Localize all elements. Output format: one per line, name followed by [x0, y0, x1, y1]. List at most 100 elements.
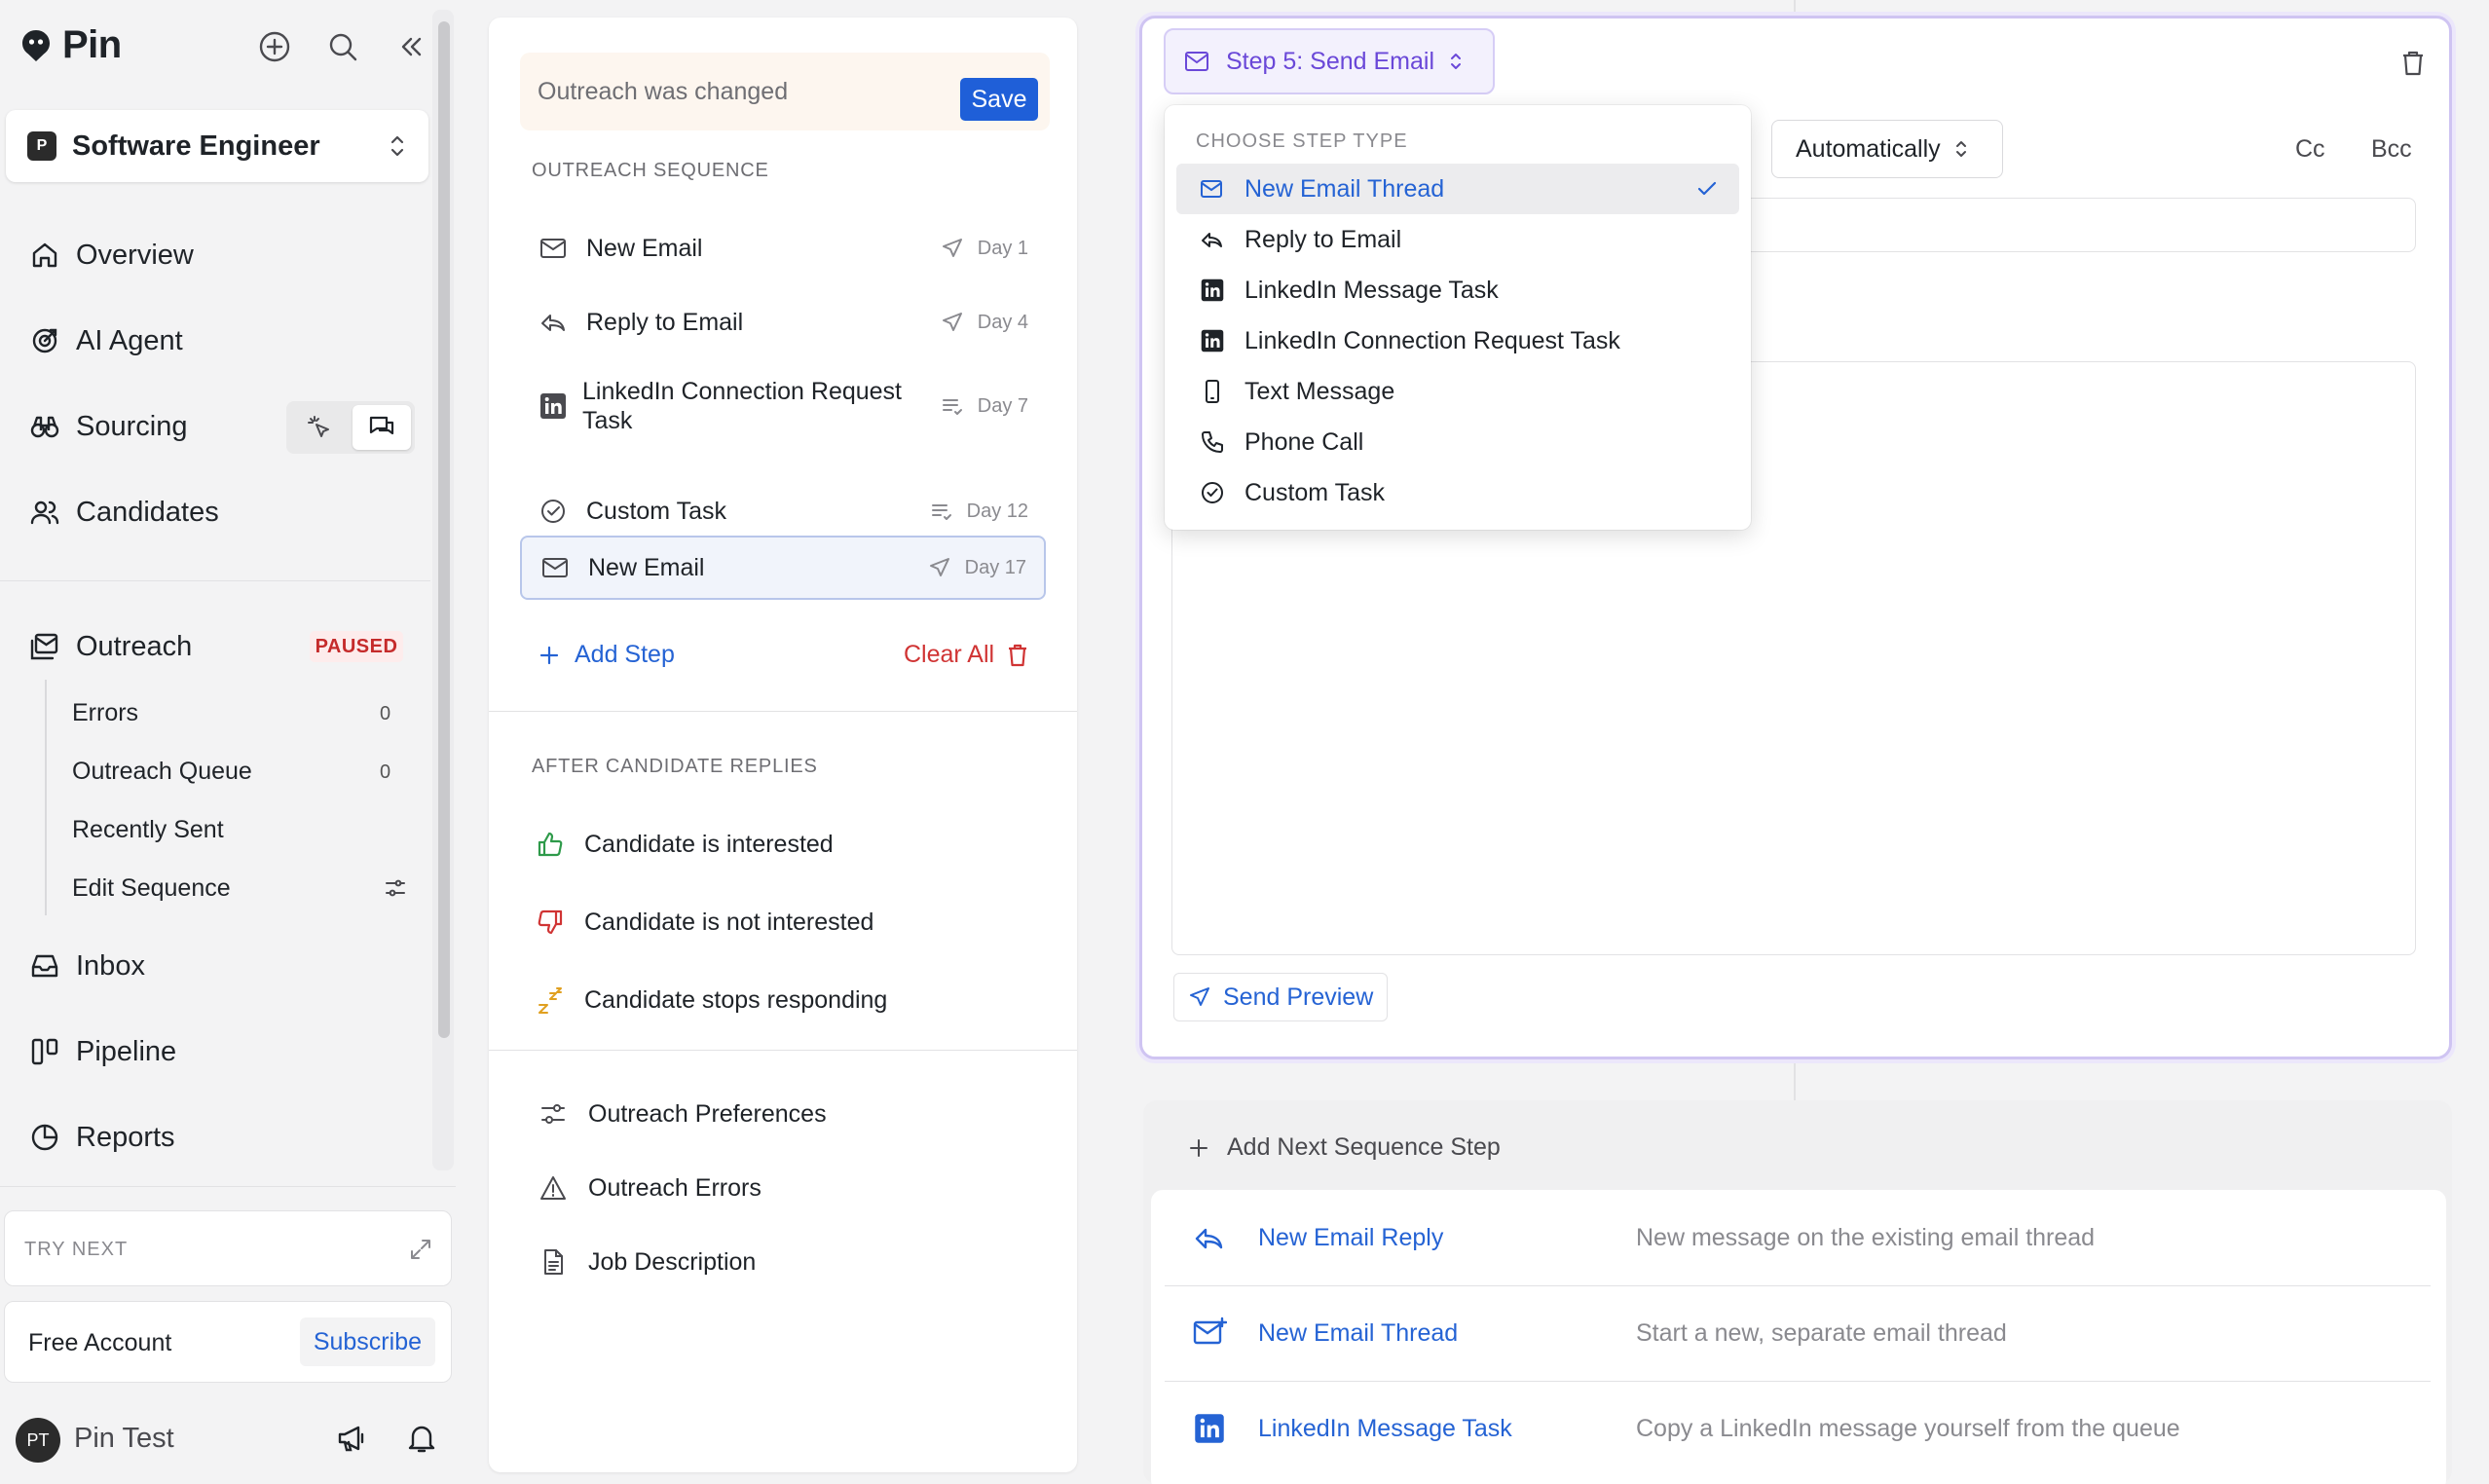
sub-nav-rail [45, 680, 47, 915]
cc-toggle[interactable]: Cc [2295, 135, 2325, 164]
sub-nav-errors[interactable]: Errors [72, 699, 138, 727]
nav-pipeline[interactable]: Pipeline [27, 1034, 176, 1069]
sequence-step[interactable]: LinkedIn Connection Request Task Day 7 [520, 372, 1046, 440]
subscribe-button[interactable]: Subscribe [299, 1317, 435, 1366]
send-mode-value: Automatically [1796, 134, 1941, 163]
clear-all-button[interactable]: Clear All [904, 641, 1029, 669]
kanban-icon [27, 1034, 62, 1069]
outreach-preferences-link[interactable]: Outreach Preferences [538, 1098, 827, 1130]
sidebar-scroll-thumb[interactable] [438, 21, 450, 1038]
add-step-button[interactable]: Add Step [538, 641, 675, 669]
sequence-panel: Outreach was changed Save OUTREACH SEQUE… [489, 18, 1077, 1472]
step-type-selector[interactable]: Step 5: Send Email [1164, 28, 1495, 94]
step-label: New Email [586, 235, 703, 262]
try-next-card[interactable]: TRY NEXT [4, 1210, 452, 1286]
avatar[interactable]: PT [16, 1418, 60, 1463]
user-name[interactable]: Pin Test [74, 1423, 174, 1455]
plus-icon [539, 646, 559, 664]
reply-rule-interested[interactable]: Candidate is interested [534, 828, 834, 861]
nav-reports[interactable]: Reports [27, 1120, 175, 1155]
thumbs-up-icon [534, 828, 567, 861]
thumbs-down-icon [534, 906, 567, 939]
save-button[interactable]: Save [960, 78, 1038, 121]
divider [0, 1186, 456, 1187]
menu-item-custom-task[interactable]: Custom Task [1176, 467, 1739, 518]
menu-item-label: New Email Thread [1244, 174, 1445, 203]
megaphone-icon[interactable] [335, 1422, 368, 1455]
users-icon [27, 495, 62, 530]
nav-overview[interactable]: Overview [27, 238, 194, 273]
delete-step-icon[interactable] [2400, 50, 2426, 77]
sub-nav-recently-sent[interactable]: Recently Sent [72, 816, 224, 844]
nav-candidates[interactable]: Candidates [27, 495, 219, 530]
app-logo[interactable]: Pin [18, 23, 122, 67]
next-step-options: New Email Reply New message on the exist… [1151, 1190, 2446, 1484]
errors-count: 0 [380, 703, 391, 724]
collapse-sidebar-icon[interactable] [391, 27, 430, 66]
nav-outreach[interactable]: Outreach [27, 629, 192, 664]
cursor-click-icon[interactable] [290, 405, 349, 450]
trash-icon [1009, 644, 1027, 666]
reply-icon [1190, 1218, 1229, 1257]
option-new-email-thread[interactable]: New Email Thread Start a new, separate e… [1165, 1285, 2431, 1381]
reply-rule-label: Candidate is not interested [584, 908, 874, 936]
sub-nav-edit-sequence[interactable]: Edit Sequence [72, 874, 231, 903]
menu-item-linkedin-message-task[interactable]: LinkedIn Message Task [1176, 265, 1739, 315]
search-icon[interactable] [323, 27, 362, 66]
status-badge: PAUSED [310, 631, 403, 662]
job-description-link[interactable]: Job Description [538, 1246, 756, 1278]
menu-item-label: LinkedIn Message Task [1244, 276, 1499, 304]
add-next-step-button[interactable]: Add Next Sequence Step [1188, 1133, 1501, 1162]
step-type-menu: CHOOSE STEP TYPE New Email Thread Reply … [1165, 105, 1751, 530]
nav-sourcing[interactable]: Sourcing [27, 409, 187, 444]
section-title: OUTREACH SEQUENCE [532, 160, 769, 181]
nav-ai-agent[interactable]: AI Agent [27, 323, 183, 358]
reply-rule-not-interested[interactable]: Candidate is not interested [534, 906, 873, 939]
outreach-errors-link[interactable]: Outreach Errors [538, 1172, 762, 1204]
reply-rule-stops-responding[interactable]: Candidate stops responding [534, 983, 887, 1017]
menu-item-label: Reply to Email [1244, 225, 1402, 253]
menu-item-text-message[interactable]: Text Message [1176, 366, 1739, 417]
step-day: Day 17 [964, 556, 1026, 578]
send-icon [926, 554, 953, 581]
send-preview-button[interactable]: Send Preview [1173, 973, 1389, 1021]
sequence-step[interactable]: New Email Day 1 [520, 216, 1046, 280]
divider [0, 580, 430, 581]
step-label: Custom Task [586, 498, 727, 525]
step-label: New Email [588, 554, 705, 581]
menu-item-new-email-thread[interactable]: New Email Thread [1176, 164, 1739, 214]
option-linkedin-message-task[interactable]: LinkedIn Message Task Copy a LinkedIn me… [1165, 1381, 2431, 1476]
chat-bubbles-icon[interactable] [353, 405, 411, 450]
add-icon[interactable] [255, 27, 294, 66]
nav-inbox[interactable]: Inbox [27, 948, 145, 983]
sequence-step-selected[interactable]: New Email Day 17 [520, 536, 1046, 600]
menu-item-linkedin-connection-request-task[interactable]: LinkedIn Connection Request Task [1176, 315, 1739, 366]
expand-icon[interactable] [408, 1237, 433, 1262]
nav-label: Sourcing [76, 410, 188, 442]
sub-nav-outreach-queue[interactable]: Outreach Queue [72, 758, 252, 786]
job-selector[interactable]: P Software Engineer [6, 110, 428, 182]
sequence-step[interactable]: Custom Task Day 12 [520, 479, 1046, 543]
bell-icon[interactable] [405, 1422, 438, 1455]
sequence-step[interactable]: Reply to Email Day 4 [520, 290, 1046, 354]
option-new-email-reply[interactable]: New Email Reply New message on the exist… [1165, 1190, 2431, 1285]
send-mode-select[interactable]: Automatically [1771, 120, 2003, 178]
reply-rule-label: Candidate is interested [584, 830, 834, 858]
section-title: AFTER CANDIDATE REPLIES [532, 756, 818, 777]
connector-line [1794, 0, 1796, 16]
menu-item-phone-call[interactable]: Phone Call [1176, 417, 1739, 467]
pie-chart-icon [27, 1120, 62, 1155]
menu-heading: CHOOSE STEP TYPE [1196, 130, 1408, 152]
sidebar: Pin P Software Engineer Overview AI Agen… [0, 0, 456, 1484]
nav-label: AI Agent [76, 324, 183, 356]
step-label: Reply to Email [586, 309, 744, 336]
send-icon [939, 309, 966, 336]
menu-item-reply-to-email[interactable]: Reply to Email [1176, 214, 1739, 265]
mail-stack-icon [27, 629, 62, 664]
nav-label: Inbox [76, 949, 145, 982]
bcc-toggle[interactable]: Bcc [2371, 135, 2412, 164]
divider [489, 711, 1077, 712]
account-card: Free Account Subscribe [4, 1301, 452, 1383]
step-day: Day 7 [977, 394, 1028, 417]
add-step-label: Add Step [575, 641, 675, 668]
